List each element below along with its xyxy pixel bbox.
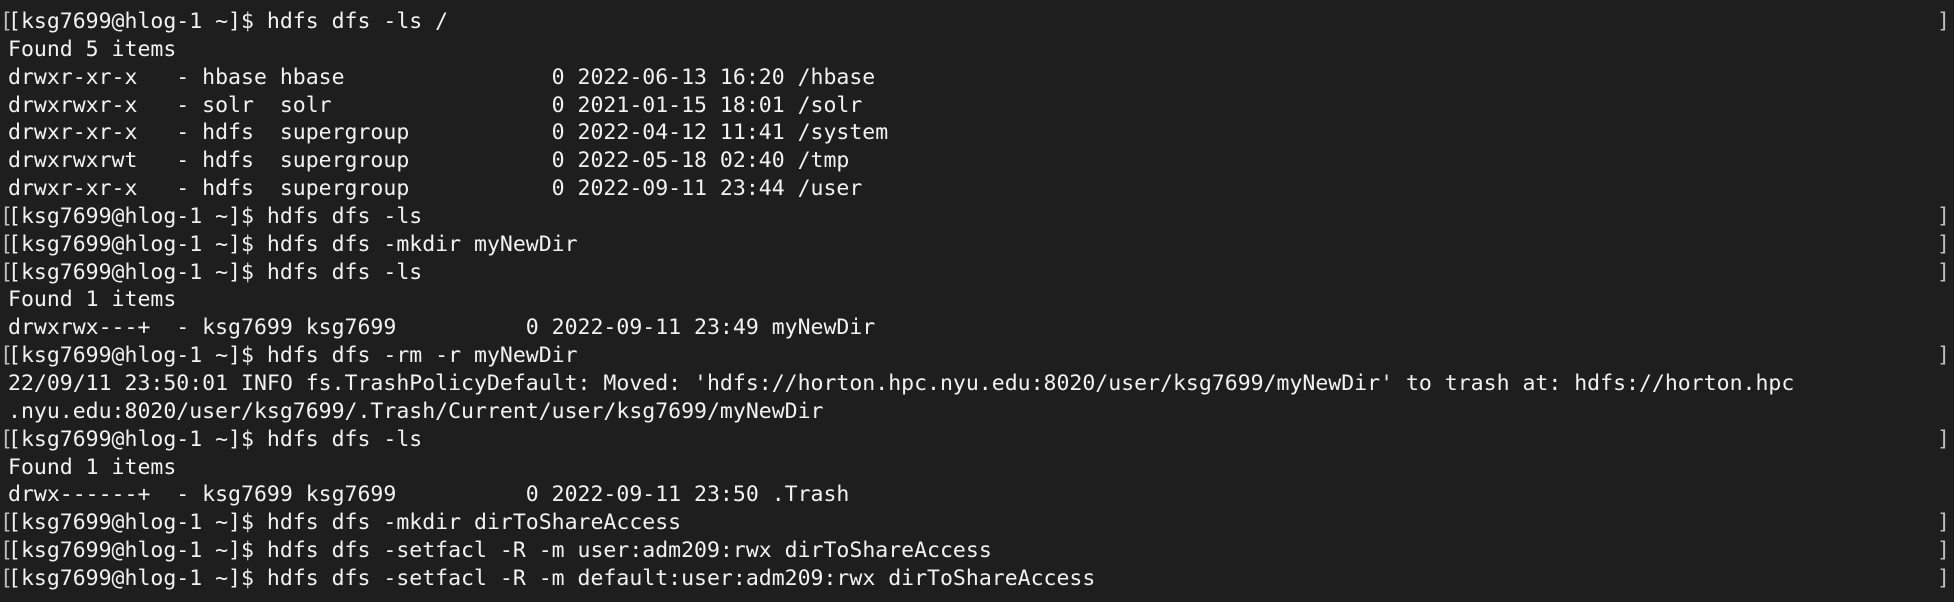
command-text: hdfs dfs -setfacl -R -m user:adm209:rwx …: [266, 538, 992, 564]
line-mark-right: ]: [1937, 538, 1950, 564]
output-line: drwxrwxrwt - hdfs supergroup 0 2022-05-1…: [8, 148, 850, 174]
line-mark-left: [: [0, 426, 13, 452]
command-text: hdfs dfs -ls: [266, 426, 423, 452]
line-mark-left: [: [0, 9, 13, 34]
line-mark-left: [: [0, 538, 13, 564]
output-line: .nyu.edu:8020/user/ksg7699/.Trash/Curren…: [8, 398, 824, 424]
line-mark-left: [: [0, 565, 13, 591]
line-mark-right: ]: [1937, 231, 1950, 257]
shell-prompt: [ksg7699@hlog-1 ~]$: [8, 343, 267, 369]
prompt-line: [[ksg7699@hlog-1 ~]$ hdfs dfs -ls]: [0, 259, 1954, 287]
output-line: drwxr-xr-x - hbase hbase 0 2022-06-13 16…: [8, 64, 876, 90]
output-line: Found 1 items: [8, 287, 177, 313]
shell-prompt: [ksg7699@hlog-1 ~]$: [8, 510, 267, 536]
prompt-line: [[ksg7699@hlog-1 ~]$ hdfs dfs -setfacl -…: [0, 565, 1954, 593]
shell-prompt: [ksg7699@hlog-1 ~]$: [8, 203, 267, 229]
line-mark-right: ]: [1937, 426, 1950, 452]
output-line: drwxr-xr-x - hdfs supergroup 0 2022-04-1…: [8, 120, 889, 146]
shell-prompt: [ksg7699@hlog-1 ~]$: [8, 565, 267, 591]
prompt-line: [[ksg7699@hlog-1 ~]$ hdfs dfs -mkdir dir…: [0, 509, 1954, 537]
output-line: drwxrwxr-x - solr solr 0 2021-01-15 18:0…: [8, 92, 863, 118]
output-line: drwxrwx---+ - ksg7699 ksg7699 0 2022-09-…: [8, 315, 876, 341]
shell-prompt: [ksg7699@hlog-1 ~]$: [8, 259, 267, 285]
output-line: Found 5 items: [8, 36, 177, 62]
line-mark-right: ]: [1937, 203, 1950, 229]
shell-prompt: [ksg7699@hlog-1 ~]$: [8, 426, 267, 452]
command-text: hdfs dfs -mkdir myNewDir: [266, 231, 578, 257]
output-line: drwx------+ - ksg7699 ksg7699 0 2022-09-…: [8, 482, 850, 508]
shell-prompt: [ksg7699@hlog-1 ~]$: [8, 538, 267, 564]
line-mark-right: ]: [1937, 510, 1950, 536]
command-text: hdfs dfs -mkdir dirToShareAccess: [266, 510, 682, 536]
command-text: hdfs dfs -ls /: [266, 9, 449, 34]
line-mark-right: ]: [1937, 343, 1950, 369]
command-text: hdfs dfs -rm -r myNewDir: [266, 343, 578, 369]
prompt-line: [[ksg7699@hlog-1 ~]$ hdfs dfs -ls]: [0, 426, 1954, 454]
command-text: hdfs dfs -ls: [266, 259, 423, 285]
prompt-line: [[ksg7699@hlog-1 ~]$ hdfs dfs -mkdir myN…: [0, 231, 1954, 259]
line-mark-right: ]: [1937, 259, 1950, 285]
line-mark-left: [: [0, 510, 13, 536]
command-text: hdfs dfs -ls: [266, 203, 423, 229]
terminal-window[interactable]: [[ksg7699@hlog-1 ~]$ hdfs dfs -ls /] Foun…: [0, 0, 1954, 602]
shell-prompt: [ksg7699@hlog-1 ~]$: [8, 231, 267, 257]
line-mark-right: ]: [1937, 9, 1950, 34]
line-mark-right: ]: [1937, 565, 1950, 591]
line-mark-left: [: [0, 343, 13, 369]
output-line: 22/09/11 23:50:01 INFO fs.TrashPolicyDef…: [8, 370, 1795, 396]
line-mark-left: [: [0, 203, 13, 229]
prompt-line: [[ksg7699@hlog-1 ~]$ hdfs dfs -ls /]: [0, 8, 1954, 36]
command-text: hdfs dfs -setfacl -R -m default:user:adm…: [266, 565, 1096, 591]
shell-prompt: [ksg7699@hlog-1 ~]$: [8, 9, 267, 34]
output-line: drwxr-xr-x - hdfs supergroup 0 2022-09-1…: [8, 176, 863, 202]
prompt-line: [[ksg7699@hlog-1 ~]$ hdfs dfs -ls]: [0, 203, 1954, 231]
prompt-line: [[ksg7699@hlog-1 ~]$ hdfs dfs -setfacl -…: [0, 537, 1954, 565]
output-line: Found 1 items: [8, 454, 177, 480]
line-mark-left: [: [0, 259, 13, 285]
prompt-line: [[ksg7699@hlog-1 ~]$ hdfs dfs -rm -r myN…: [0, 342, 1954, 370]
line-mark-left: [: [0, 231, 13, 257]
